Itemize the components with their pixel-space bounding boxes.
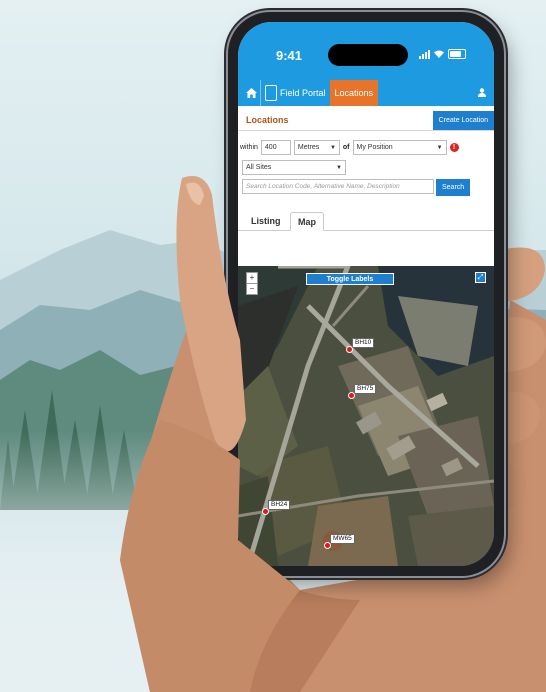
locations-header: Locations Create Location (238, 111, 494, 131)
chevron-down-icon: ▼ (329, 144, 336, 151)
field-portal-logo-icon (265, 85, 277, 101)
zoom-in-button[interactable]: + (247, 273, 257, 283)
wifi-icon (434, 50, 444, 58)
nav-tab-locations[interactable]: Locations (329, 80, 379, 106)
origin-value: My Position (356, 144, 393, 151)
home-icon[interactable] (242, 80, 260, 106)
map-marker-label: BH75 (354, 384, 377, 394)
user-icon[interactable] (478, 87, 486, 99)
phone-frame: 9:41 Field Portal Locations Locations Cr… (228, 12, 504, 576)
map-marker-label: MW65 (330, 534, 355, 544)
view-tabs: Listing Map (238, 208, 494, 231)
status-time: 9:41 (276, 48, 303, 63)
fullscreen-icon[interactable]: ⤢ (475, 272, 486, 283)
brand-label: Field Portal (280, 88, 326, 98)
locations-title: Locations (246, 115, 289, 125)
map-marker[interactable] (324, 542, 331, 549)
unit-select[interactable]: Metres ▼ (293, 140, 340, 155)
search-input[interactable]: Search Location Code, Alternative Name, … (242, 179, 434, 194)
field-portal-link[interactable]: Field Portal (260, 80, 330, 106)
toggle-labels-button[interactable]: Toggle Labels (306, 273, 394, 285)
distance-value: 400 (264, 144, 277, 151)
sites-select[interactable]: All Sites ▼ (242, 160, 346, 175)
dynamic-island (328, 44, 408, 66)
search-row: Search Location Code, Alternative Name, … (242, 179, 471, 196)
tab-map[interactable]: Map (290, 212, 324, 231)
map-marker[interactable] (346, 346, 353, 353)
within-label: within (240, 144, 258, 151)
chevron-down-icon: ▼ (336, 164, 342, 171)
tab-listing[interactable]: Listing (244, 212, 288, 230)
zoom-out-button[interactable]: − (247, 283, 257, 294)
status-icons (419, 49, 466, 59)
origin-select[interactable]: My Position ▼ (352, 140, 447, 155)
status-bar: 9:41 (238, 22, 494, 80)
satellite-map[interactable]: + − Toggle Labels ⤢ BH10 BH75 BH24 MW65 (238, 266, 494, 566)
distance-filter-row: within 400 Metres ▼ of My Position ▼ ! (240, 140, 459, 155)
search-placeholder: Search Location Code, Alternative Name, … (246, 183, 400, 190)
map-marker-label: BH24 (268, 500, 291, 510)
map-marker-label: BH10 (352, 338, 375, 348)
chevron-down-icon: ▼ (436, 144, 443, 151)
unit-value: Metres (297, 144, 320, 151)
zoom-control: + − (246, 272, 258, 295)
sites-filter-row: All Sites ▼ (242, 160, 346, 175)
signal-icon (419, 49, 430, 59)
phone-screen: 9:41 Field Portal Locations Locations Cr… (238, 22, 494, 566)
map-marker[interactable] (262, 508, 269, 515)
battery-icon (448, 49, 466, 59)
app-navbar: Field Portal Locations (238, 80, 494, 106)
satellite-imagery (238, 266, 494, 566)
map-marker[interactable] (348, 392, 355, 399)
sites-value: All Sites (246, 164, 272, 171)
of-label: of (342, 144, 350, 151)
distance-input[interactable]: 400 (260, 140, 291, 155)
search-button[interactable]: Search (436, 179, 471, 196)
locations-panel: Locations Create Location within 400 Met… (238, 106, 494, 266)
warning-icon[interactable]: ! (449, 143, 459, 152)
create-location-button[interactable]: Create Location (432, 111, 494, 130)
